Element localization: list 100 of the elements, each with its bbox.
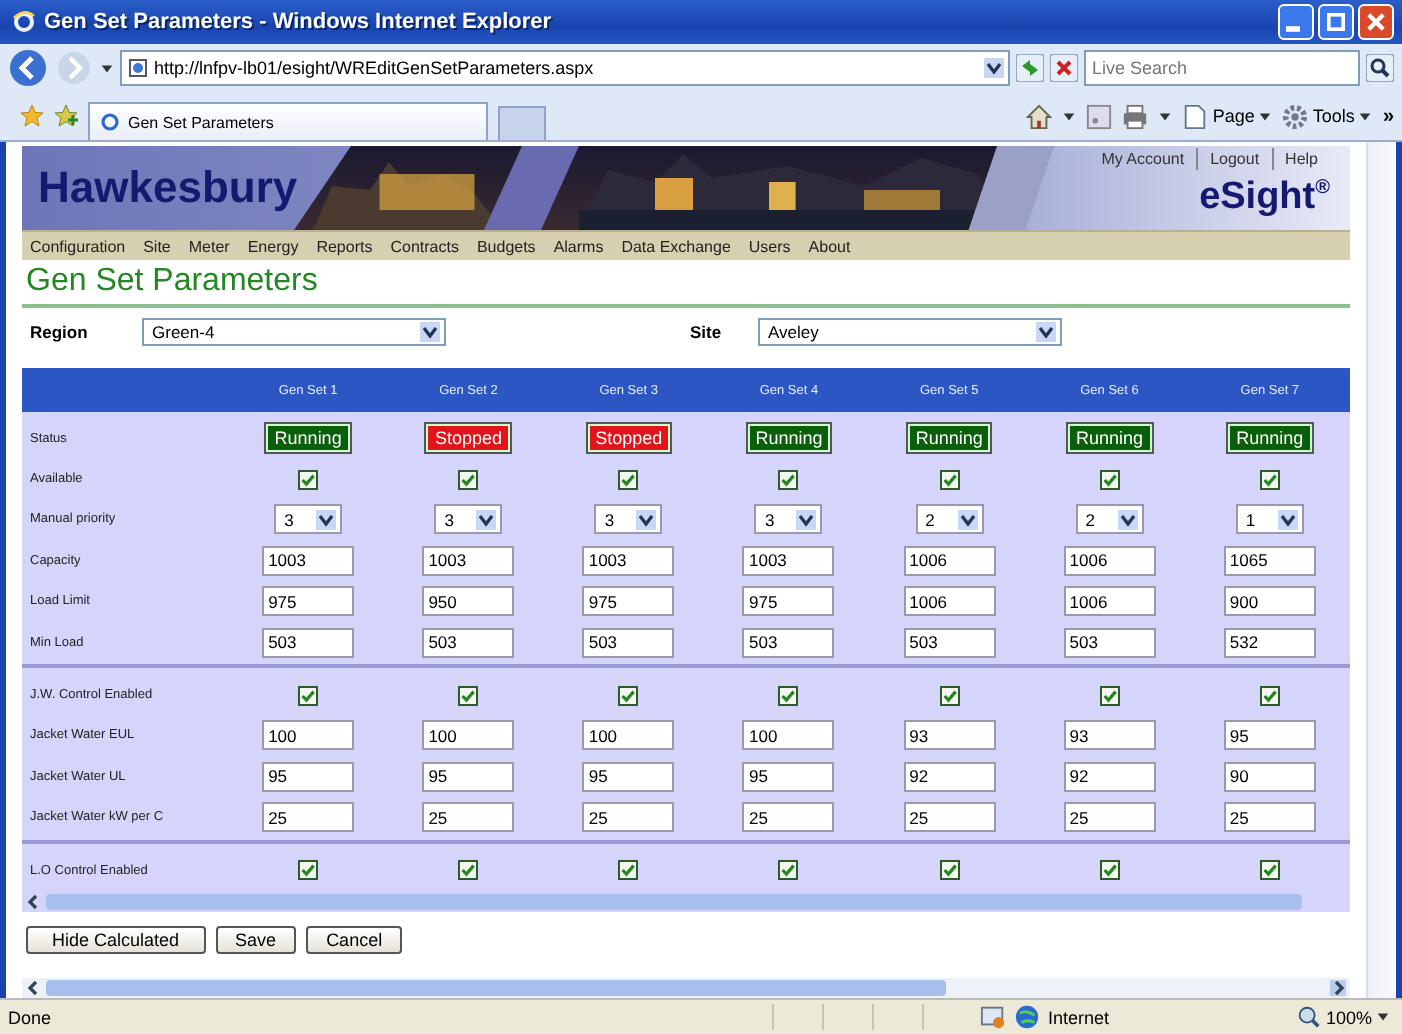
menu-item[interactable]: Budgets [476, 237, 536, 255]
priority-dropdown[interactable]: 3 [754, 504, 823, 535]
number-field[interactable]: 503 [1063, 627, 1156, 658]
number-field[interactable]: 1006 [903, 545, 996, 576]
number-field[interactable]: 25 [1223, 802, 1316, 833]
minimize-button[interactable] [1278, 4, 1314, 40]
star-icon[interactable] [20, 104, 44, 128]
dropdown-icon[interactable] [100, 61, 114, 75]
checkbox[interactable] [298, 860, 319, 881]
zoom-level[interactable]: 100% [1295, 1004, 1390, 1030]
number-field[interactable]: 95 [582, 761, 675, 792]
priority-dropdown[interactable]: 1 [1235, 504, 1304, 535]
checkbox[interactable] [458, 685, 479, 706]
menu-item[interactable]: Data Exchange [621, 237, 731, 255]
number-field[interactable]: 95 [422, 761, 515, 792]
priority-dropdown[interactable]: 2 [915, 504, 984, 535]
add-favorite-icon[interactable] [54, 104, 78, 128]
horizontal-scrollbar[interactable] [22, 978, 1350, 998]
dropdown-icon[interactable] [1158, 109, 1173, 123]
number-field[interactable]: 92 [1063, 761, 1156, 792]
number-field[interactable]: 25 [262, 802, 355, 833]
menu-item[interactable]: Contracts [390, 237, 459, 255]
number-field[interactable]: 900 [1223, 586, 1316, 617]
checkbox[interactable] [778, 469, 799, 490]
checkbox[interactable] [458, 469, 479, 490]
number-field[interactable]: 503 [903, 627, 996, 658]
number-field[interactable]: 1003 [742, 545, 835, 576]
form-button[interactable]: Hide Calculated [26, 926, 206, 955]
number-field[interactable]: 1006 [1063, 586, 1156, 617]
filter-dropdown[interactable]: Green-4 [142, 318, 446, 346]
filter-dropdown[interactable]: Aveley [758, 318, 1062, 346]
menu-item[interactable]: Alarms [553, 237, 604, 255]
checkbox[interactable] [298, 469, 319, 490]
number-field[interactable]: 95 [742, 761, 835, 792]
page-menu[interactable]: Page [1182, 103, 1273, 129]
search-button[interactable] [1366, 54, 1394, 82]
checkbox[interactable] [618, 685, 639, 706]
checkbox[interactable] [1099, 685, 1120, 706]
form-button[interactable]: Save [215, 926, 297, 955]
checkbox[interactable] [1259, 469, 1280, 490]
number-field[interactable]: 975 [742, 586, 835, 617]
back-button[interactable] [8, 48, 48, 88]
number-field[interactable]: 1006 [903, 586, 996, 617]
form-button[interactable]: Cancel [306, 926, 403, 955]
dropdown-icon[interactable] [1062, 109, 1077, 123]
checkbox[interactable] [1099, 860, 1120, 881]
number-field[interactable]: 503 [582, 627, 675, 658]
horizontal-scrollbar[interactable] [22, 892, 1350, 913]
header-link[interactable]: Help [1271, 148, 1330, 170]
printer-icon[interactable] [1122, 103, 1149, 129]
number-field[interactable]: 1006 [1063, 545, 1156, 576]
checkbox[interactable] [1099, 469, 1120, 490]
header-link[interactable]: Logout [1196, 148, 1272, 170]
checkbox[interactable] [298, 685, 319, 706]
number-field[interactable]: 503 [422, 627, 515, 658]
number-field[interactable]: 93 [1063, 720, 1156, 751]
menu-item[interactable]: Energy [247, 237, 299, 255]
checkbox[interactable] [778, 860, 799, 881]
checkbox[interactable] [1259, 860, 1280, 881]
number-field[interactable]: 975 [262, 586, 355, 617]
number-field[interactable]: 25 [1063, 802, 1156, 833]
address-field[interactable]: http://lnfpv-lb01/esight/WREditGenSetParameters.aspx [120, 50, 1010, 86]
close-button[interactable] [1358, 4, 1394, 40]
menu-item[interactable]: Site [143, 237, 171, 255]
stop-button[interactable] [1050, 54, 1078, 82]
number-field[interactable]: 100 [742, 720, 835, 751]
menu-item[interactable]: Users [748, 237, 791, 255]
vertical-scrollbar[interactable] [1366, 142, 1396, 998]
number-field[interactable]: 95 [1223, 720, 1316, 751]
number-field[interactable]: 1003 [262, 545, 355, 576]
number-field[interactable]: 95 [262, 761, 355, 792]
more-tools-chevron[interactable]: » [1382, 105, 1394, 127]
search-field[interactable]: Live Search [1084, 50, 1360, 86]
number-field[interactable]: 1065 [1223, 545, 1316, 576]
checkbox[interactable] [778, 685, 799, 706]
number-field[interactable]: 25 [422, 802, 515, 833]
menu-item[interactable]: Meter [188, 237, 230, 255]
refresh-button[interactable] [1016, 54, 1044, 82]
number-field[interactable]: 93 [903, 720, 996, 751]
checkbox[interactable] [939, 685, 960, 706]
menu-item[interactable]: About [808, 237, 851, 255]
dropdown-icon[interactable] [984, 58, 1004, 78]
menu-item[interactable]: Configuration [30, 237, 126, 255]
checkbox[interactable] [458, 860, 479, 881]
checkbox[interactable] [939, 469, 960, 490]
priority-dropdown[interactable]: 3 [274, 504, 343, 535]
header-link[interactable]: My Account [1089, 148, 1197, 170]
number-field[interactable]: 503 [262, 627, 355, 658]
number-field[interactable]: 25 [903, 802, 996, 833]
home-icon[interactable] [1026, 103, 1053, 129]
number-field[interactable]: 532 [1223, 627, 1316, 658]
number-field[interactable]: 1003 [582, 545, 675, 576]
priority-dropdown[interactable]: 3 [434, 504, 503, 535]
maximize-button[interactable] [1318, 4, 1354, 40]
checkbox[interactable] [939, 860, 960, 881]
number-field[interactable]: 503 [742, 627, 835, 658]
priority-dropdown[interactable]: 2 [1075, 504, 1144, 535]
number-field[interactable]: 1003 [422, 545, 515, 576]
checkbox[interactable] [1259, 685, 1280, 706]
priority-dropdown[interactable]: 3 [594, 504, 663, 535]
